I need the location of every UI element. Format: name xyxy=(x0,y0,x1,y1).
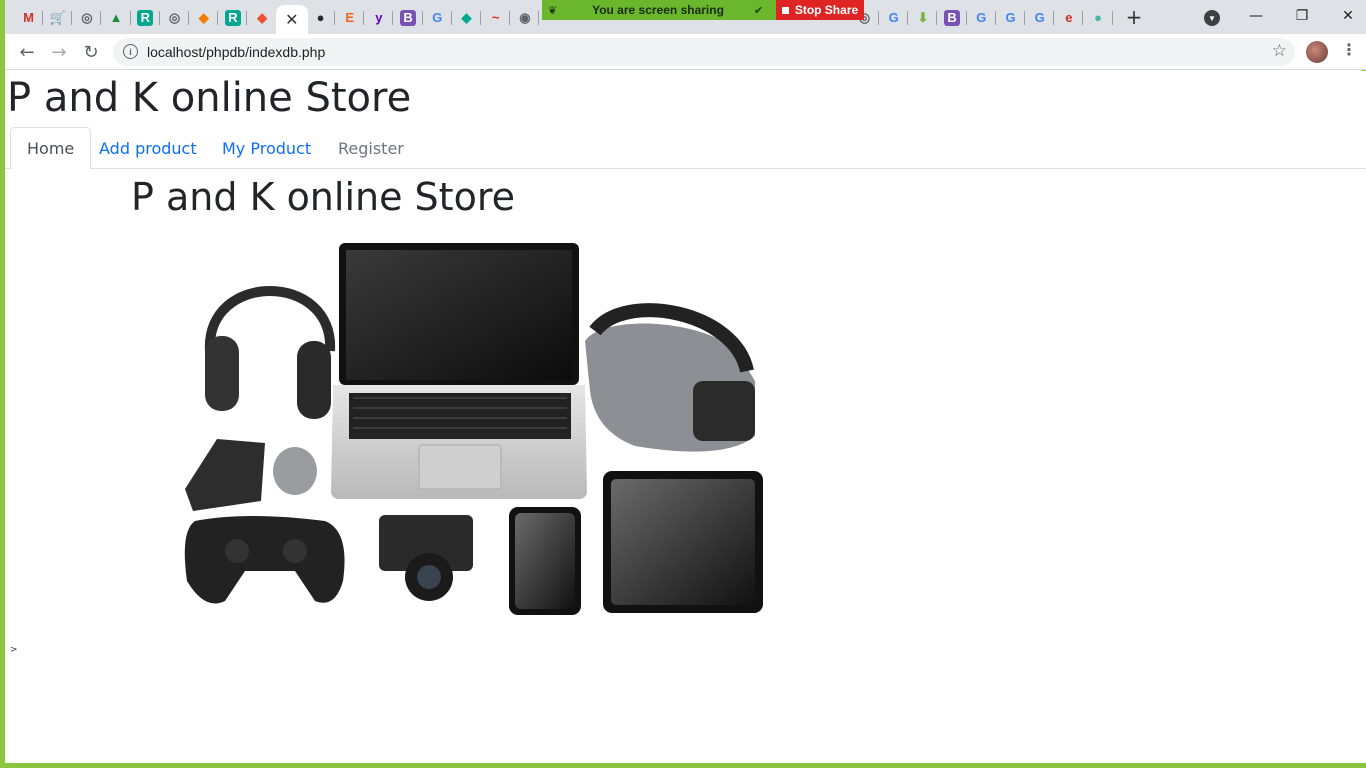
shield-icon: ◆ xyxy=(198,9,209,25)
browser-tab[interactable]: R xyxy=(131,5,160,30)
tab-add-product[interactable]: Add product xyxy=(83,127,213,169)
browser-tab[interactable]: E xyxy=(335,5,365,30)
google-icon: G xyxy=(976,10,987,25)
stray-text: > xyxy=(10,645,18,655)
etsy-icon: E xyxy=(345,10,355,25)
gamepad-icon xyxy=(184,516,345,604)
browser-tab[interactable]: M xyxy=(14,5,43,30)
browser-tab[interactable]: G xyxy=(1025,5,1055,30)
smartphone-icon xyxy=(509,507,581,615)
camera-icon xyxy=(379,515,473,601)
browser-tab[interactable]: ● xyxy=(306,5,335,30)
earth-icon: ● xyxy=(1094,10,1103,25)
info-icon[interactable]: i xyxy=(123,44,138,59)
browser-tab[interactable]: G xyxy=(967,5,996,30)
browser-tab[interactable]: ◉ xyxy=(510,5,540,30)
browser-tab[interactable]: y xyxy=(364,5,394,30)
bookmark-star-icon[interactable]: ☆ xyxy=(1272,41,1287,61)
browser-tab[interactable]: ◆ xyxy=(452,5,481,30)
browser-tab[interactable]: R xyxy=(218,5,248,30)
screen-share-banner: ❦ You are screen sharing ✔ xyxy=(542,0,776,20)
bootstrap-icon: B xyxy=(400,9,417,26)
browser-tab[interactable]: G xyxy=(879,5,909,30)
browser-tab[interactable]: G xyxy=(996,5,1025,30)
url-text[interactable]: localhost/phpdb/indexdb.php xyxy=(147,44,325,60)
share-message: You are screen sharing xyxy=(592,3,724,17)
browser-tab[interactable]: 🛒 xyxy=(43,5,73,30)
tab-search-icon[interactable]: ▼ xyxy=(1204,10,1220,26)
google-icon: G xyxy=(1034,10,1045,25)
restore-button[interactable]: ❐ xyxy=(1279,3,1325,29)
swirl-icon: ~ xyxy=(491,10,500,25)
e-icon: e xyxy=(1065,10,1073,25)
minimize-button[interactable]: — xyxy=(1233,3,1279,29)
browser-tab[interactable]: B xyxy=(938,5,967,30)
back-arrow-icon[interactable]: ← xyxy=(15,41,39,63)
google-icon: G xyxy=(888,10,899,25)
profile-avatar[interactable] xyxy=(1306,41,1328,63)
site-title: P and K online Store xyxy=(7,75,412,121)
tab-separator xyxy=(1111,11,1113,25)
diamond-icon: ◆ xyxy=(461,9,472,25)
tab-separator xyxy=(538,11,540,25)
vr-headset-icon xyxy=(585,303,755,452)
stop-share-button[interactable]: Stop Share xyxy=(776,0,864,20)
laptop-icon xyxy=(331,243,587,499)
researchgate-icon: R xyxy=(137,9,154,26)
browser-tab[interactable]: ◎ xyxy=(160,5,189,30)
browser-tab[interactable]: ⬇ xyxy=(908,5,938,30)
browser-tab[interactable]: ● xyxy=(1084,5,1113,30)
reload-icon[interactable]: ↻ xyxy=(79,41,103,63)
hero-title: P and K online Store xyxy=(131,175,515,219)
tablet-icon xyxy=(603,471,763,613)
browser-tab[interactable]: ✕ xyxy=(275,5,308,34)
yahoo-icon: y xyxy=(375,10,383,25)
address-bar[interactable]: i localhost/phpdb/indexdb.php ☆ xyxy=(113,38,1295,66)
close-icon[interactable]: ✕ xyxy=(285,10,298,29)
close-window-button[interactable]: ✕ xyxy=(1325,3,1366,29)
google-icon: G xyxy=(432,10,443,25)
browser-window: M 🛒 ◎ ▲ R ◎ ◆ R ◆ ✕ ● Ey B G ◆ ~ ◉ ◎ G ⬇ B G G Ge ● + ▼ — ❐ ✕ ❦ … xyxy=(0,0,1366,768)
shield-check-icon: ✔ xyxy=(754,3,764,17)
tab-my-product[interactable]: My Product xyxy=(206,127,327,169)
google-icon: G xyxy=(1005,10,1016,25)
github-icon: ● xyxy=(316,10,325,25)
new-tab-button[interactable]: + xyxy=(1123,5,1145,29)
browser-tab[interactable]: e xyxy=(1054,5,1084,30)
tab-home[interactable]: Home xyxy=(10,127,92,170)
tab-register[interactable]: Register xyxy=(322,127,420,169)
headphones-icon xyxy=(204,286,336,419)
electronics-product-image xyxy=(184,243,763,615)
browser-tab[interactable]: ▲ xyxy=(102,5,131,30)
browser-tab[interactable]: B xyxy=(394,5,423,30)
nav-tabs: Home Add product My Product Register xyxy=(5,127,1366,170)
bootstrap-icon: B xyxy=(944,9,961,26)
browser-tab[interactable]: ◆ xyxy=(189,5,219,30)
git-icon: ◆ xyxy=(257,9,268,25)
gmail-icon: M xyxy=(23,10,34,25)
camera-icon: ◉ xyxy=(519,9,531,25)
forward-arrow-icon[interactable]: → xyxy=(47,41,71,63)
download-icon: ⬇ xyxy=(917,9,929,25)
stop-icon xyxy=(781,6,789,14)
browser-tab[interactable]: ◎ xyxy=(72,5,102,30)
cart-icon: 🛒 xyxy=(49,9,66,25)
leaf-icon: ❦ xyxy=(548,3,558,17)
browser-tab[interactable]: ~ xyxy=(481,5,511,30)
stop-share-label: Stop Share xyxy=(794,3,859,17)
mouse-icon xyxy=(273,447,317,495)
page-content: P and K online Store Home Add product My… xyxy=(5,71,1366,763)
more-menu-icon[interactable]: ⋮ xyxy=(1341,40,1357,62)
globe-icon: ◎ xyxy=(168,9,181,25)
hard-drive-icon xyxy=(185,439,265,511)
globe-icon: ◎ xyxy=(81,9,93,25)
browser-toolbar: ← → ↻ i localhost/phpdb/indexdb.php ☆ ⋮ xyxy=(5,34,1366,70)
drive-icon: ▲ xyxy=(109,10,123,25)
researchgate-icon: R xyxy=(224,9,241,26)
browser-tab[interactable]: G xyxy=(423,5,452,30)
browser-tab[interactable]: ◆ xyxy=(248,5,277,30)
